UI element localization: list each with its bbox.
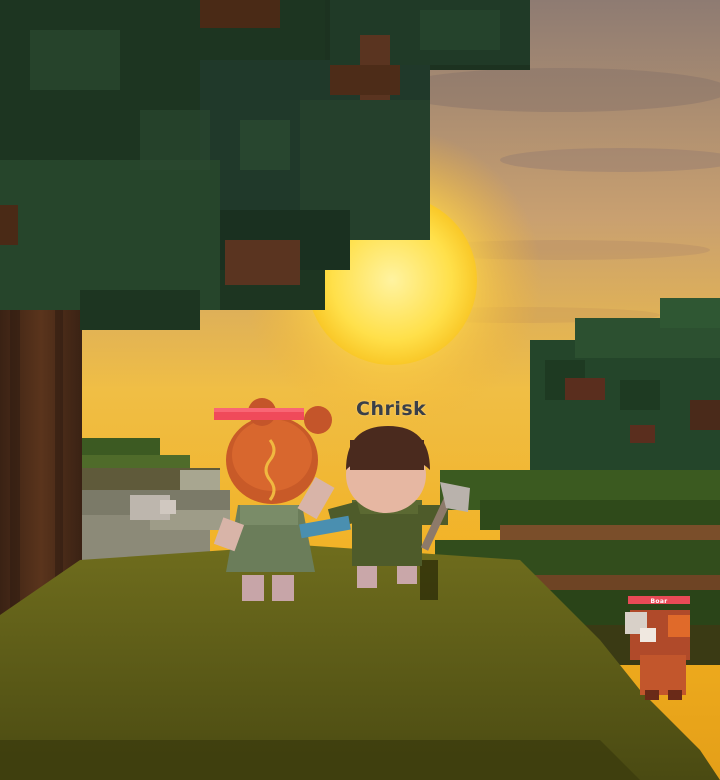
player-nametag: Chrisk [356,398,427,420]
mob-nametag: Boar [650,598,668,605]
game-viewport[interactable]: Chrisk Boar [0,0,720,780]
world-render [0,0,720,780]
